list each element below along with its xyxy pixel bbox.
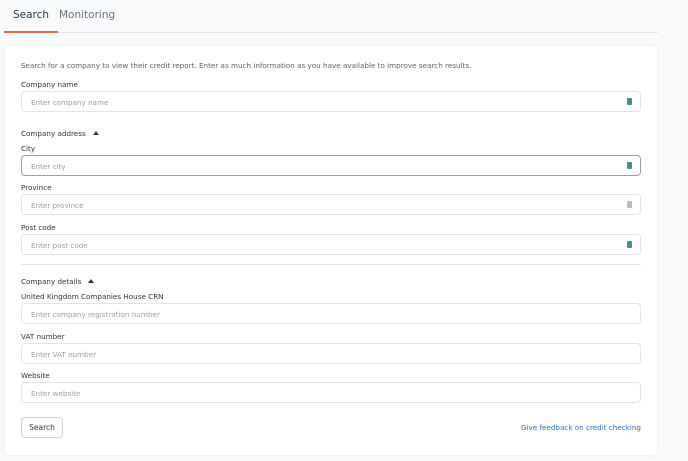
search-button[interactable]: Search [21,417,63,438]
tab-monitoring[interactable]: Monitoring [50,9,124,31]
section-heading: Company details [21,277,81,286]
province-input[interactable]: Enter province [21,194,641,215]
caret-up-icon [88,279,94,283]
company-name-input[interactable]: Enter company name [21,91,641,112]
intro-text: Search for a company to view their credi… [21,61,471,70]
divider [21,264,641,265]
city-input[interactable]: Enter city [21,155,641,176]
tab-bar: Search Monitoring [4,0,658,33]
section-heading: Company address [21,129,86,138]
autofill-icon[interactable] [627,98,632,105]
postcode-input[interactable]: Enter post code [21,234,641,255]
autofill-icon[interactable] [627,241,632,248]
placeholder: Enter province [31,201,84,210]
website-input[interactable]: Enter website [21,382,641,403]
placeholder: Enter website [31,389,80,398]
vat-label: VAT number [21,332,65,341]
autofill-icon[interactable] [627,201,632,208]
placeholder: Enter post code [31,241,88,250]
company-address-toggle[interactable]: Company address [21,129,99,138]
caret-up-icon [93,131,99,135]
city-label: City [21,144,35,153]
placeholder: Enter company registration number [31,310,160,319]
crn-label: United Kingdom Companies House CRN [21,292,164,301]
feedback-link[interactable]: Give feedback on credit checking [521,423,641,432]
postcode-label: Post code [21,223,56,232]
search-form-card: Search for a company to view their credi… [5,46,657,455]
vat-input[interactable]: Enter VAT number [21,343,641,364]
placeholder: Enter city [31,162,66,171]
company-name-label: Company name [21,80,78,89]
website-label: Website [21,371,50,380]
placeholder: Enter company name [31,98,108,107]
company-details-toggle[interactable]: Company details [21,277,94,286]
placeholder: Enter VAT number [31,350,96,359]
province-label: Province [21,183,52,192]
autofill-icon[interactable] [627,162,632,169]
crn-input[interactable]: Enter company registration number [21,303,641,324]
